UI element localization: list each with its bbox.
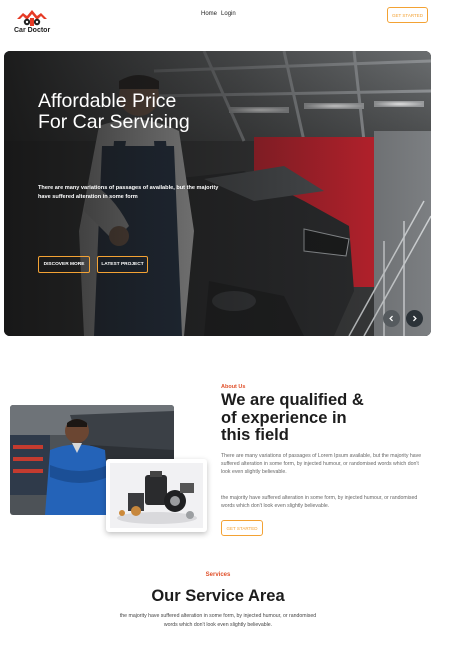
services-section-label: Services	[205, 572, 231, 578]
about-paragraph-2: the majority have suffered alteration in…	[221, 495, 418, 509]
services-title: Our Service Area	[151, 587, 285, 605]
hero-title: Affordable Price For Car Servicing	[38, 90, 190, 133]
hero-description: There are many variations of passages of…	[38, 185, 219, 200]
site-header: Car Doctor Home Login GET STARTED	[0, 0, 450, 44]
about-title: We are qualified & of experience in this…	[221, 391, 364, 444]
chevron-right-icon	[413, 315, 417, 322]
logo[interactable]: Car Doctor	[13, 6, 53, 38]
about-paragraph-1: There are many variations of passages of…	[221, 453, 422, 475]
about-section-label: About Us	[221, 384, 246, 390]
services-description: the majority have suffered alteration in…	[119, 613, 317, 628]
hero-banner: Affordable Price For Car Servicing There…	[4, 51, 431, 336]
slider-next-button[interactable]	[406, 310, 423, 327]
latest-project-button[interactable]: LATEST PROJECT	[97, 256, 148, 273]
chevron-left-icon	[389, 315, 393, 322]
slider-prev-button[interactable]	[383, 310, 400, 327]
main-nav: Home Login	[201, 11, 236, 17]
discover-more-button[interactable]: DISCOVER MORE	[38, 256, 90, 273]
car-doctor-logo-icon	[17, 10, 47, 26]
get-started-button[interactable]: GET STARTED	[387, 7, 428, 23]
car-parts-photo	[106, 459, 207, 532]
about-get-started-button[interactable]: GET STARTED	[221, 520, 263, 536]
nav-link-login[interactable]: Login	[221, 11, 236, 17]
about-images	[10, 405, 210, 535]
nav-link-home[interactable]: Home	[201, 11, 217, 17]
logo-text: Car Doctor	[14, 27, 51, 34]
